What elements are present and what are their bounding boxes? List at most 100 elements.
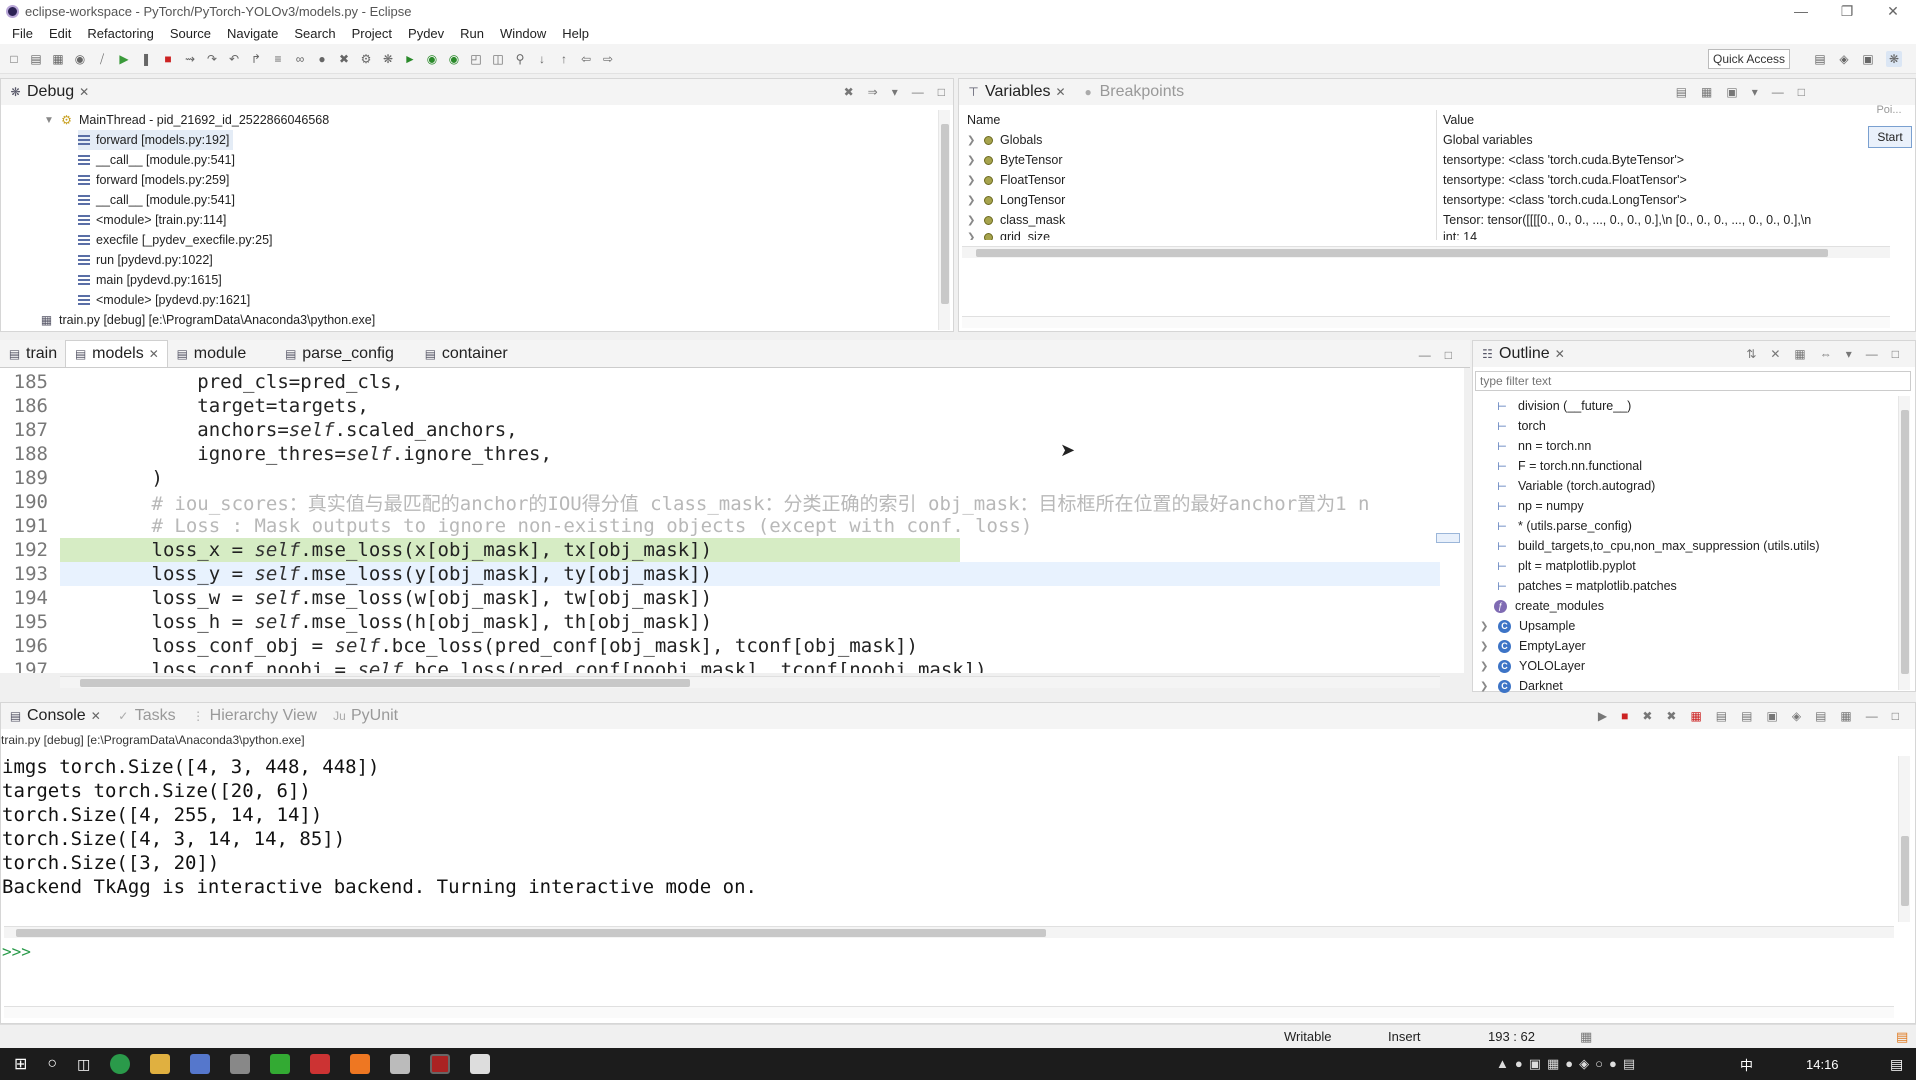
browser-icon[interactable] <box>110 1054 131 1074</box>
stack-frame-row[interactable]: execfile [_pydev_execfile.py:25] <box>78 230 273 250</box>
app-icon[interactable] <box>350 1054 371 1074</box>
open-type-icon[interactable]: ◰ <box>468 51 484 67</box>
new-console-icon[interactable]: ▦ <box>1840 709 1851 723</box>
stack-frame-row[interactable]: <module> [pydevd.py:1621] <box>78 290 250 310</box>
system-tray-icons[interactable]: ▲●▣▦●◈○●▤ <box>1496 1056 1641 1072</box>
outline-item[interactable]: ⊢ patches = matplotlib.patches <box>1480 576 1900 596</box>
debug-perspective-icon[interactable]: ◉ <box>72 51 88 67</box>
use-step-filters-icon[interactable]: ∞ <box>292 51 308 67</box>
outline-item[interactable]: ⊢ torch <box>1480 416 1900 436</box>
pin-console-icon[interactable]: ◈ <box>1792 709 1801 723</box>
app-icon[interactable] <box>230 1054 251 1074</box>
console-prompt[interactable]: >>> <box>2 942 31 961</box>
view-menu-icon[interactable]: ▾ <box>1752 85 1758 99</box>
java-perspective-icon[interactable]: ▣ <box>1860 51 1876 67</box>
chevron-right-icon[interactable]: ❯ <box>967 232 977 241</box>
tab-hierarchy-view[interactable]: ⋮ Hierarchy View <box>184 703 325 729</box>
remove-terminated-icon[interactable]: ✖ <box>844 85 854 99</box>
collapse-all-icon[interactable]: ▦ <box>1794 347 1805 361</box>
menu-pydev[interactable]: Pydev <box>400 26 452 41</box>
resume-icon[interactable]: ▶ <box>116 51 132 67</box>
windows-start-icon[interactable]: ⊞ <box>14 1054 27 1074</box>
step-return-icon[interactable]: ↱ <box>248 51 264 67</box>
next-annotation-icon[interactable]: ↓ <box>534 51 550 67</box>
app-icon[interactable] <box>390 1054 411 1074</box>
outline-item[interactable]: ❯ C YOLOLayer <box>1480 656 1900 676</box>
tab-models[interactable]: ▤ models ✕ <box>65 340 168 367</box>
scroll-lock-icon[interactable]: ▤ <box>1716 709 1727 723</box>
tab-module[interactable]: ▤ module <box>168 341 254 367</box>
menu-source[interactable]: Source <box>162 26 219 41</box>
tab-tasks[interactable]: ✓ Tasks <box>109 703 184 729</box>
minimize-view-icon[interactable]: — <box>912 85 924 99</box>
menu-edit[interactable]: Edit <box>41 26 79 41</box>
menu-refactoring[interactable]: Refactoring <box>79 26 161 41</box>
task-view-icon[interactable]: ◫ <box>77 1056 90 1073</box>
maximize-view-icon[interactable]: □ <box>1798 85 1805 99</box>
app-icon[interactable] <box>470 1054 491 1074</box>
maximize-view-icon[interactable]: □ <box>938 85 945 99</box>
disconnect-icon[interactable]: ⇝ <box>182 51 198 67</box>
variable-row[interactable]: ❯ ByteTensor tensortype: <class 'torch.cu… <box>961 150 1896 170</box>
outline-scroll-thumb[interactable] <box>1901 410 1909 674</box>
stack-frame-row[interactable]: __call__ [module.py:541] <box>78 190 235 210</box>
chevron-right-icon[interactable]: ❯ <box>967 155 977 166</box>
run-icon[interactable]: ► <box>402 51 418 67</box>
search-icon[interactable]: ○ <box>47 1055 57 1073</box>
search-icon[interactable]: ⚲ <box>512 51 528 67</box>
console-scrollbar[interactable] <box>1898 756 1910 922</box>
clock[interactable]: 14:16 <box>1806 1057 1839 1072</box>
minimize-view-icon[interactable]: — <box>1866 347 1878 361</box>
variable-row[interactable]: ❯ FloatTensor tensortype: <class 'torch.c… <box>961 170 1896 190</box>
menu-help[interactable]: Help <box>554 26 597 41</box>
tab-parse-config[interactable]: ▤ parse_config <box>276 341 402 367</box>
console-output[interactable]: imgs torch.Size([4, 3, 448, 448]) target… <box>2 755 757 899</box>
stack-frame-row[interactable]: __call__ [module.py:541] <box>78 150 235 170</box>
app-icon[interactable] <box>190 1054 211 1074</box>
debug-scrollbar[interactable] <box>938 110 950 330</box>
code-editor[interactable]: 185 pred_cls=pred_cls, 186 target=target… <box>0 368 1464 673</box>
outline-item[interactable]: ⊢ nn = torch.nn <box>1480 436 1900 456</box>
chevron-down-icon[interactable]: ▼ <box>44 115 54 126</box>
tab-debug[interactable]: ❋ Debug ✕ <box>1 79 97 105</box>
console-scroll-thumb[interactable] <box>1901 836 1909 906</box>
coverage-icon[interactable]: ◉ <box>424 51 440 67</box>
open-folder-icon[interactable]: ◫ <box>490 51 506 67</box>
terminate-icon[interactable]: ■ <box>1621 709 1628 723</box>
close-icon[interactable]: ✕ <box>1555 347 1565 361</box>
tab-console[interactable]: ▤ Console ✕ <box>1 703 109 729</box>
close-icon[interactable]: ✕ <box>1056 85 1066 99</box>
close-icon[interactable]: ✕ <box>91 709 101 723</box>
minimize-button[interactable]: — <box>1778 0 1824 22</box>
remove-breakpoints-icon[interactable]: ✖ <box>336 51 352 67</box>
variable-row[interactable]: ❯ class_mask Tensor: tensor([[[[0., 0., 0… <box>961 210 1896 230</box>
menu-search[interactable]: Search <box>286 26 343 41</box>
step-over-icon[interactable]: ↶ <box>226 51 242 67</box>
remove-all-terminated-icon[interactable]: ✖ <box>1666 709 1676 723</box>
close-icon[interactable]: ✕ <box>149 347 159 361</box>
chevron-right-icon[interactable]: ❯ <box>967 175 977 186</box>
step-into-icon[interactable]: ↷ <box>204 51 220 67</box>
variables-hscroll-thumb[interactable] <box>976 249 1828 257</box>
chevron-right-icon[interactable]: ❯ <box>1480 641 1490 652</box>
previous-annotation-icon[interactable]: ↑ <box>556 51 572 67</box>
profile-icon[interactable]: ◉ <box>446 51 462 67</box>
debug-perspective-active-icon[interactable]: ❋ <box>1886 51 1902 67</box>
chevron-right-icon[interactable]: ❯ <box>967 135 977 146</box>
close-icon[interactable]: ✕ <box>79 85 89 99</box>
display-selected-console-icon[interactable]: ▤ <box>1815 709 1826 723</box>
drop-to-frame-icon[interactable]: ≡ <box>270 51 286 67</box>
outline-item[interactable]: ❯ C Darknet <box>1480 676 1900 696</box>
chevron-right-icon[interactable]: ❯ <box>1480 661 1490 672</box>
menu-file[interactable]: File <box>4 26 41 41</box>
action-center-icon[interactable]: ▤ <box>1890 1056 1903 1073</box>
new-icon[interactable]: □ <box>6 51 22 67</box>
thread-row[interactable]: ▼ ⚙ MainThread - pid_21692_id_2522866046… <box>44 110 329 130</box>
skip-breakpoints-icon[interactable]: ⧸ <box>94 51 110 67</box>
view-menu-icon[interactable]: ▾ <box>1846 347 1852 361</box>
eclipse-taskbar-icon[interactable] <box>430 1054 451 1074</box>
maximize-view-icon[interactable]: □ <box>1445 348 1452 362</box>
suspend-icon[interactable]: ❚ <box>138 51 154 67</box>
open-perspective-icon[interactable]: ▤ <box>1812 51 1828 67</box>
chevron-right-icon[interactable]: ❯ <box>1480 621 1490 632</box>
